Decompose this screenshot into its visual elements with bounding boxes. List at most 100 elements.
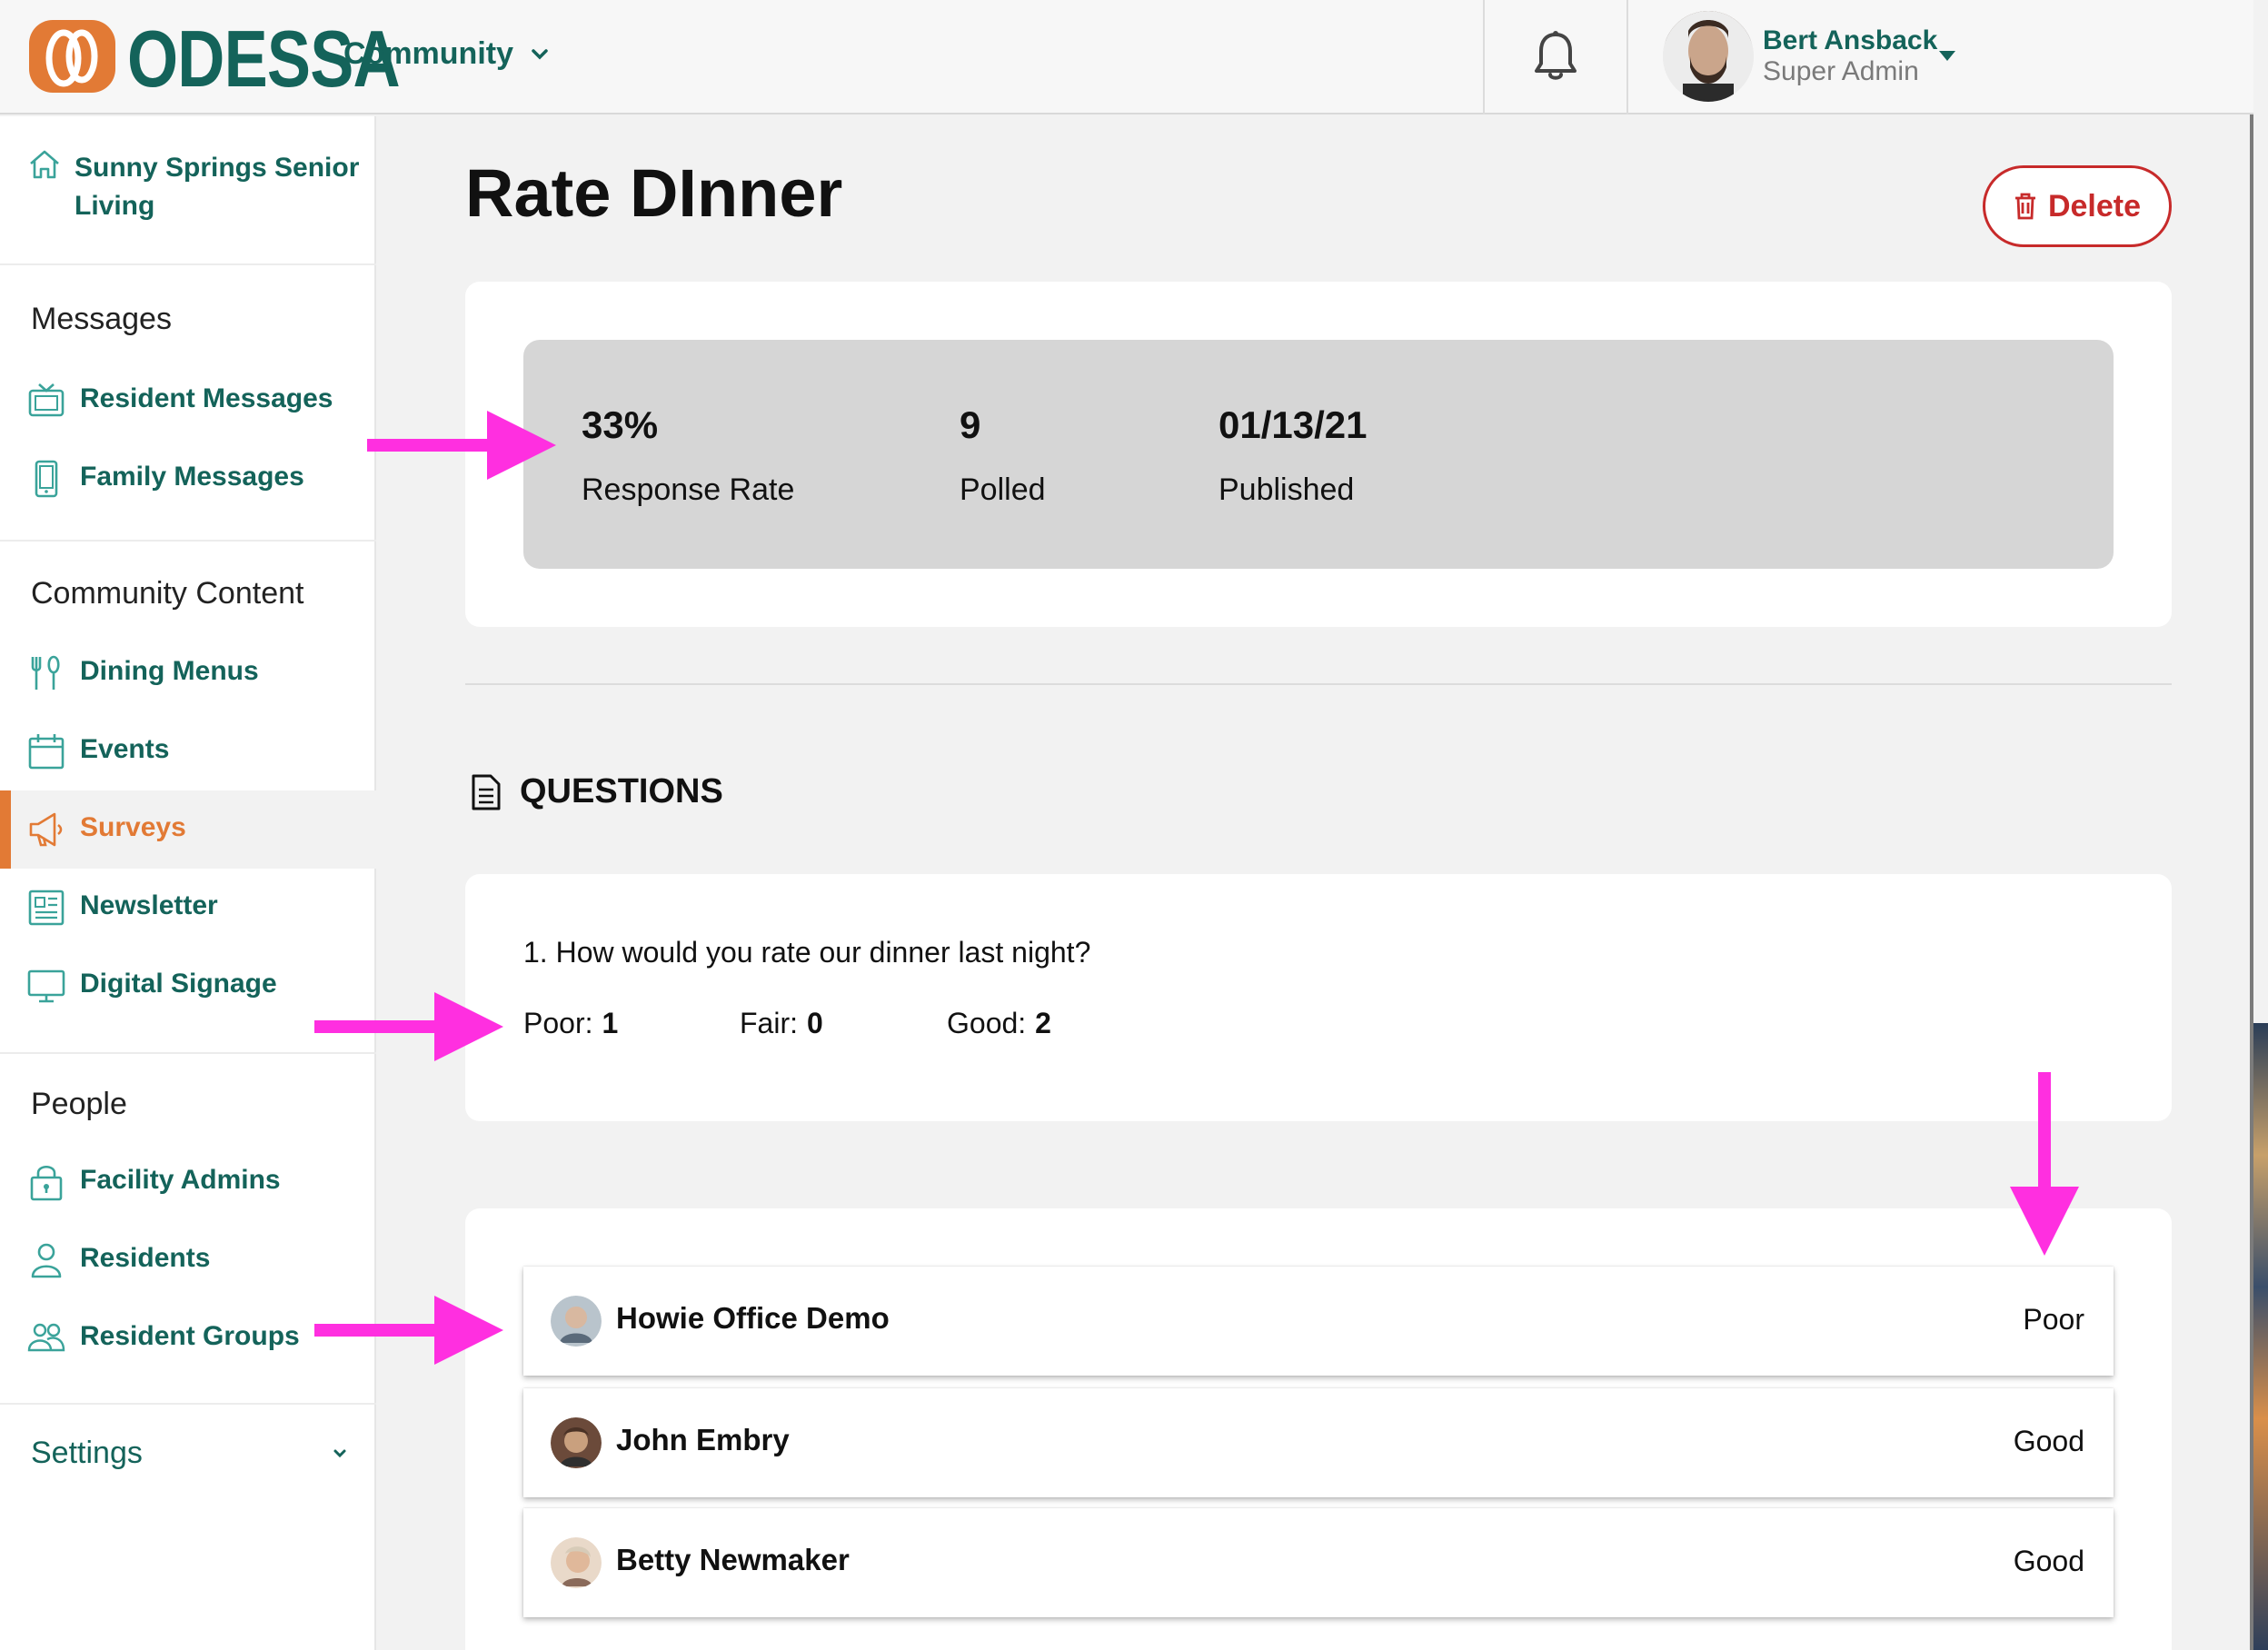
- stat-value: 33%: [582, 403, 659, 446]
- caret-down-icon[interactable]: [1939, 51, 1955, 61]
- phone-icon: [35, 460, 58, 498]
- newsletter-icon: [28, 890, 65, 926]
- respondent-name: John Embry: [616, 1423, 790, 1456]
- response-row[interactable]: John Embry Good: [523, 1388, 2114, 1497]
- top-bar: ODESSA Community Bert Ansback Super Admi…: [0, 0, 2253, 114]
- bell-icon: [1535, 31, 1577, 80]
- annotation-arrow-right-icon: [314, 992, 503, 1061]
- question-text: 1. How would you rate our dinner last ni…: [523, 936, 1091, 969]
- megaphone-icon: [29, 812, 63, 847]
- stat-polled: 9 Polled: [960, 403, 1046, 508]
- avatar: [551, 1417, 602, 1468]
- questions-heading-label: QUESTIONS: [520, 772, 723, 810]
- page-title: Rate DInner: [465, 155, 843, 231]
- sidebar-item-label: Family Messages: [80, 462, 304, 492]
- answer-label: Good:: [947, 1007, 1027, 1039]
- stats-card: 33% Response Rate 9 Polled 01/13/21 Publ…: [465, 282, 2172, 627]
- sidebar-item-label: Facility Admins: [80, 1165, 281, 1195]
- home-icon: [30, 150, 59, 179]
- delete-label: Delete: [2047, 188, 2142, 224]
- sidebar-divider: [0, 1403, 376, 1405]
- lock-icon: [30, 1165, 63, 1201]
- community-name: Sunny Springs Senior Living: [75, 153, 360, 221]
- sidebar-item-family-messages[interactable]: Family Messages: [0, 440, 376, 518]
- respondent-name: Betty Newmaker: [616, 1543, 850, 1576]
- responses-card: Howie Office Demo Poor John Embry Good B…: [465, 1208, 2172, 1650]
- answer-count: 2: [1035, 1007, 1051, 1039]
- sidebar-item-newsletter[interactable]: Newsletter: [0, 869, 376, 947]
- answer-count: 0: [807, 1007, 823, 1039]
- user-role: Super Admin: [1763, 56, 1919, 86]
- stat-caption: Response Rate: [582, 472, 795, 507]
- stat-published: 01/13/21 Published: [1219, 403, 1368, 508]
- user-name[interactable]: Bert Ansback: [1763, 25, 1937, 56]
- sidebar-item-label: Digital Signage: [80, 969, 277, 999]
- section-heading-community-content: Community Content: [31, 576, 304, 611]
- sidebar-item-label: Resident Groups: [80, 1321, 300, 1351]
- chevron-down-icon: [532, 48, 548, 59]
- sidebar-item-label: Events: [80, 734, 170, 764]
- delete-button[interactable]: Delete: [1983, 165, 2172, 247]
- document-icon: [472, 774, 501, 810]
- stats-summary: 33% Response Rate 9 Polled 01/13/21 Publ…: [523, 340, 2114, 569]
- odessa-logo-icon[interactable]: [29, 20, 115, 93]
- community-dropdown[interactable]: Community: [343, 36, 550, 72]
- sidebar-item-residents[interactable]: Residents: [0, 1221, 376, 1299]
- sidebar-home-link[interactable]: Sunny Springs Senior Living: [0, 116, 376, 265]
- respondent-name: Howie Office Demo: [616, 1301, 890, 1335]
- utensils-icon: [31, 655, 60, 690]
- calendar-icon: [28, 734, 65, 770]
- sidebar-item-label: Residents: [80, 1243, 211, 1273]
- stat-response-rate: 33% Response Rate: [582, 403, 794, 508]
- annotation-arrow-down-icon: [2010, 1072, 2079, 1256]
- tv-icon: [28, 383, 65, 417]
- sidebar: Sunny Springs Senior Living Messages Res…: [0, 116, 376, 1650]
- section-divider: [465, 683, 2172, 685]
- sidebar-item-events[interactable]: Events: [0, 712, 376, 790]
- sidebar-item-surveys[interactable]: Surveys: [0, 790, 376, 869]
- user-avatar[interactable]: [1663, 11, 1754, 102]
- stat-caption: Polled: [960, 472, 1046, 507]
- sidebar-item-dining-menus[interactable]: Dining Menus: [0, 634, 376, 712]
- background-window-strip: [2253, 0, 2268, 1650]
- response-rating: Good: [2013, 1425, 2084, 1457]
- annotation-arrow-right-icon: [367, 411, 556, 480]
- answer-count: 1: [602, 1007, 619, 1039]
- sidebar-item-label: Newsletter: [80, 890, 218, 920]
- chevron-down-icon: [333, 1449, 346, 1457]
- sidebar-item-resident-messages[interactable]: Resident Messages: [0, 362, 376, 440]
- avatar: [551, 1537, 602, 1588]
- stat-caption: Published: [1219, 472, 1355, 507]
- person-icon: [31, 1243, 62, 1278]
- answer-fair: Fair: 0: [740, 1007, 823, 1040]
- notifications-button[interactable]: [1483, 0, 1628, 114]
- sidebar-item-label: Resident Messages: [80, 383, 333, 413]
- stat-value: 9: [960, 403, 981, 446]
- group-icon: [27, 1323, 65, 1352]
- avatar: [551, 1296, 602, 1347]
- section-heading-messages: Messages: [31, 302, 172, 336]
- settings-dropdown[interactable]: Settings: [31, 1436, 349, 1471]
- response-row[interactable]: Howie Office Demo Poor: [523, 1267, 2114, 1376]
- sidebar-item-label: Dining Menus: [80, 656, 259, 686]
- annotation-arrow-right-icon: [314, 1296, 503, 1365]
- response-rating: Poor: [2023, 1303, 2084, 1336]
- settings-label: Settings: [31, 1436, 143, 1470]
- section-heading-people: People: [31, 1087, 127, 1121]
- questions-heading: QUESTIONS: [471, 772, 723, 811]
- sidebar-item-label: Surveys: [80, 812, 186, 842]
- stat-value: 01/13/21: [1219, 403, 1368, 446]
- question-card: 1. How would you rate our dinner last ni…: [465, 874, 2172, 1121]
- response-rating: Good: [2013, 1545, 2084, 1577]
- response-row[interactable]: Betty Newmaker Good: [523, 1508, 2114, 1617]
- monitor-icon: [27, 969, 65, 1003]
- answer-poor: Poor: 1: [523, 1007, 618, 1040]
- sidebar-divider: [0, 540, 376, 542]
- user-photo: [1663, 11, 1754, 102]
- answer-good: Good: 2: [947, 1007, 1051, 1040]
- answer-label: Fair:: [740, 1007, 798, 1039]
- answer-label: Poor:: [523, 1007, 593, 1039]
- sidebar-item-facility-admins[interactable]: Facility Admins: [0, 1143, 376, 1221]
- trash-icon: [2014, 193, 2035, 220]
- community-label: Community: [343, 36, 513, 71]
